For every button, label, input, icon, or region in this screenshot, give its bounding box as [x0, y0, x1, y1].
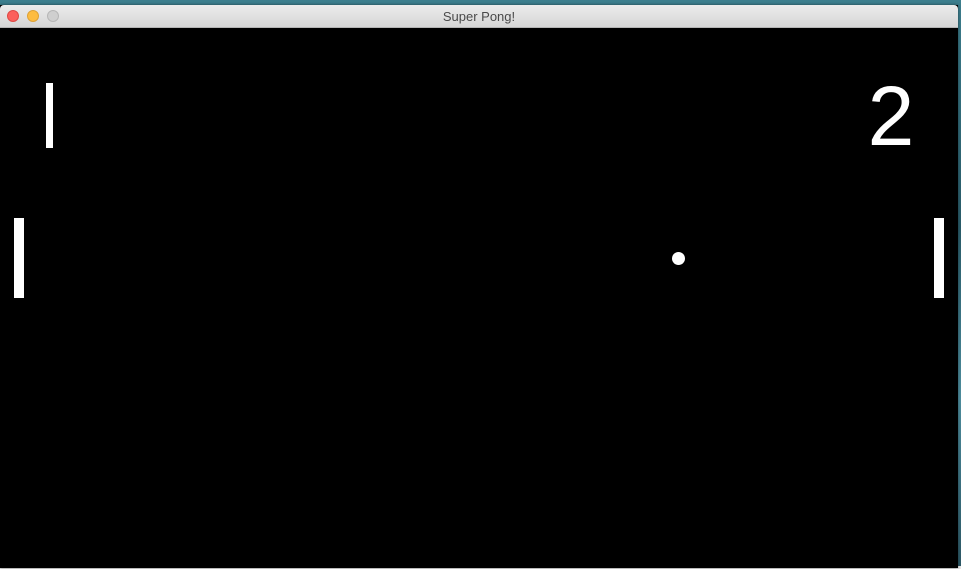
left-score — [46, 83, 53, 148]
window-title: Super Pong! — [442, 9, 516, 24]
window-titlebar[interactable]: Super Pong! — [0, 5, 958, 28]
game-window: Super Pong! 1 2 — [0, 5, 958, 568]
ball — [672, 252, 685, 265]
right-score: 2 — [867, 69, 915, 163]
left-paddle — [14, 218, 24, 298]
right-paddle — [934, 218, 944, 298]
pong-playfield[interactable]: 1 2 — [0, 28, 958, 568]
